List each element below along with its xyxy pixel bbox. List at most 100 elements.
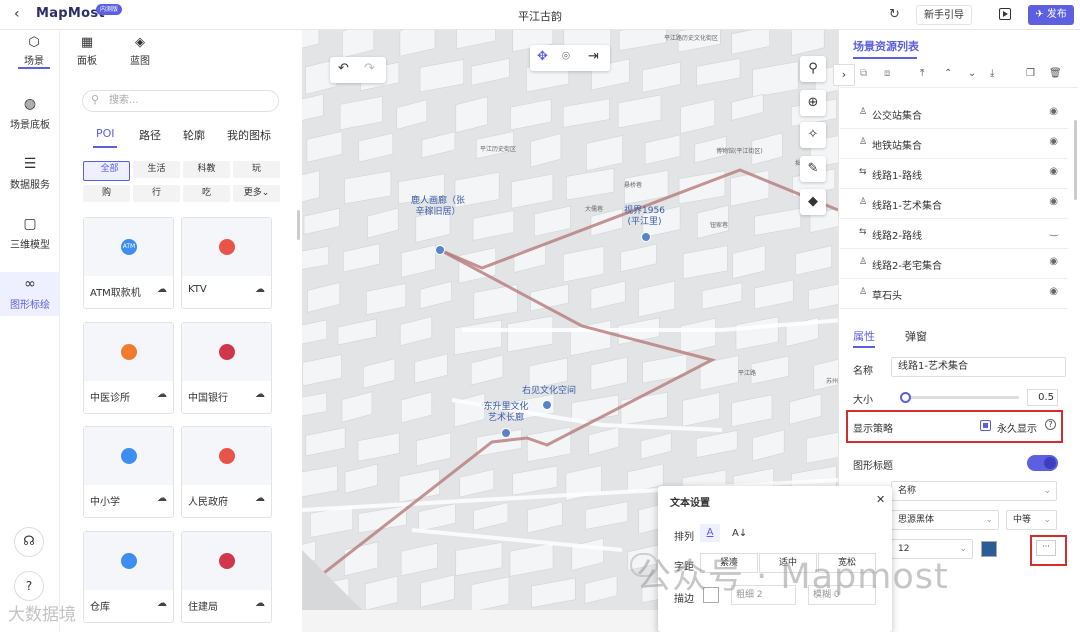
eye-closed-icon[interactable]: ‿	[1050, 226, 1058, 237]
preview-play-icon[interactable]	[999, 8, 1011, 20]
move-down-icon[interactable]: ⌄	[968, 68, 976, 79]
title-toggle[interactable]	[1027, 455, 1058, 471]
poi-card[interactable]: 中医诊所 ☁	[83, 322, 174, 414]
layer-item[interactable]: ♙ 线路1-艺术集合 ◉	[840, 189, 1068, 219]
font-color-swatch[interactable]	[981, 541, 997, 557]
name-input[interactable]: 线路1-艺术集合	[891, 357, 1066, 377]
horizontal-text-icon[interactable]: A	[700, 524, 720, 542]
move-icon[interactable]: ✥	[537, 49, 548, 64]
cloud-upload-icon[interactable]: ☁	[255, 598, 265, 609]
tab-outline[interactable]: 轮廓	[183, 127, 205, 143]
copy-icon[interactable]: ❐	[1026, 68, 1035, 79]
chip-travel[interactable]: 行	[133, 185, 180, 202]
chip-all[interactable]: 全部	[83, 161, 130, 181]
cloud-upload-icon[interactable]: ☁	[255, 493, 265, 504]
tab-popup[interactable]: 弹窗	[905, 328, 927, 344]
cloud-upload-icon[interactable]: ☁	[255, 284, 265, 295]
move-top-icon[interactable]: ⤒	[920, 68, 924, 79]
magic-wand-icon[interactable]: ✧	[800, 122, 826, 148]
rail-item-data[interactable]: ☰ 数据服务	[0, 156, 60, 196]
tab-path[interactable]: 路径	[139, 127, 161, 143]
layer-item[interactable]: ⇆ 线路1-路线 ◉	[840, 159, 1068, 189]
more-settings-button[interactable]: ···	[1036, 540, 1056, 556]
chip-more[interactable]: 更多⌄	[233, 185, 280, 202]
size-input[interactable]: 0.5	[1027, 389, 1058, 406]
weight-select[interactable]: 中等 ⌄	[1006, 510, 1057, 530]
scrollbar[interactable]	[297, 210, 300, 240]
map-pin[interactable]	[641, 232, 651, 242]
cube-view-icon[interactable]: ◆	[800, 189, 826, 215]
tab-scene[interactable]: ⬡ 场景	[14, 35, 54, 67]
poi-card[interactable]: 人民政府 ☁	[181, 426, 272, 518]
map-pin[interactable]	[435, 245, 445, 255]
eye-icon[interactable]: ◉	[1049, 136, 1058, 147]
poi-card[interactable]: 住建局 ☁	[181, 531, 272, 623]
group-icon[interactable]: ⧉	[860, 68, 867, 79]
measure-icon[interactable]: ✎	[800, 156, 826, 182]
tab-blueprint[interactable]: ◈ 蓝图	[120, 35, 160, 67]
publish-button[interactable]: ✈ 发布	[1028, 5, 1074, 25]
rail-item-3d[interactable]: ▢ 三维模型	[0, 216, 60, 256]
poi-card[interactable]: KTV ☁	[181, 217, 272, 309]
eye-icon[interactable]: ◉	[1049, 196, 1058, 207]
redo-icon[interactable]: ↷	[364, 61, 375, 76]
cloud-upload-icon[interactable]: ☁	[157, 598, 167, 609]
collapse-icon[interactable]: ›	[833, 64, 855, 86]
chip-life[interactable]: 生活	[133, 161, 180, 178]
exit-icon[interactable]: ⇥	[588, 49, 599, 64]
tab-properties[interactable]: 属性	[853, 328, 875, 344]
cloud-upload-icon[interactable]: ☁	[157, 284, 167, 295]
chip-edu[interactable]: 科教	[183, 161, 230, 178]
cloud-upload-icon[interactable]: ☁	[157, 389, 167, 400]
layer-item[interactable]: ♙ 草石头 ◉	[840, 279, 1068, 309]
permanent-checkbox[interactable]	[980, 420, 991, 431]
tab-poi[interactable]: POI	[96, 127, 115, 140]
refresh-icon[interactable]: ↻	[889, 7, 900, 22]
delete-icon[interactable]: 🗑	[1049, 68, 1062, 79]
poi-card[interactable]: 中国银行 ☁	[181, 322, 272, 414]
help-circle-icon[interactable]: ?	[1045, 419, 1056, 430]
chip-play[interactable]: 玩	[233, 161, 280, 178]
ungroup-icon[interactable]: ⧈	[884, 68, 890, 79]
vertical-text-icon[interactable]: A↓	[732, 528, 747, 539]
chip-eat[interactable]: 吃	[183, 185, 230, 202]
field-select[interactable]: 名称 ⌄	[891, 481, 1057, 501]
headset-icon[interactable]: ☊	[14, 527, 44, 557]
eye-icon[interactable]: ◉	[1049, 166, 1058, 177]
layer-item[interactable]: ♙ 线路2-老宅集合 ◉	[840, 249, 1068, 279]
poi-card[interactable]: 中小学 ☁	[83, 426, 174, 518]
cloud-upload-icon[interactable]: ☁	[157, 493, 167, 504]
tab-my-icons[interactable]: 我的图标	[227, 127, 271, 143]
search-input[interactable]: 搜索...	[82, 90, 279, 112]
font-select[interactable]: 思源黑体 ⌄	[891, 510, 999, 530]
size-label: 大小	[853, 395, 873, 406]
eye-icon[interactable]: ◉	[1049, 286, 1058, 297]
layer-scrollbar[interactable]	[1074, 120, 1077, 200]
rail-item-plot[interactable]: ∞ 图形标绘	[0, 272, 60, 316]
size-slider-track[interactable]	[904, 396, 1019, 399]
help-icon[interactable]: ?	[14, 571, 44, 601]
move-bottom-icon[interactable]: ⤓	[990, 68, 994, 79]
back-icon[interactable]: ‹	[14, 6, 20, 22]
poi-card[interactable]: 仓库 ☁	[83, 531, 174, 623]
layer-item[interactable]: ⇆ 线路2-路线 ‿	[840, 219, 1068, 249]
layer-item[interactable]: ♙ 公交站集合 ◉	[840, 99, 1068, 129]
map-pin[interactable]	[501, 428, 511, 438]
undo-icon[interactable]: ↶	[338, 61, 349, 76]
rail-item-basemap[interactable]: ◍ 场景底板	[0, 96, 60, 136]
cloud-upload-icon[interactable]: ☁	[255, 389, 265, 400]
chip-shop[interactable]: 购	[83, 185, 130, 202]
location-icon[interactable]: ⌾	[562, 49, 570, 64]
close-icon[interactable]: ✕	[876, 493, 885, 506]
tab-panel[interactable]: ▦ 面板	[67, 35, 107, 67]
eye-icon[interactable]: ◉	[1049, 106, 1058, 117]
map-search-icon[interactable]: ⚲	[800, 56, 826, 82]
guide-button[interactable]: 新手引导	[916, 5, 972, 25]
size-slider-knob[interactable]	[900, 392, 911, 403]
layer-item[interactable]: ♙ 地铁站集合 ◉	[840, 129, 1068, 159]
move-up-icon[interactable]: ⌃	[944, 68, 952, 79]
crosshair-icon[interactable]: ⊕	[800, 90, 826, 116]
eye-icon[interactable]: ◉	[1049, 256, 1058, 267]
map-pin[interactable]	[542, 400, 552, 410]
poi-card[interactable]: ATM ATM取款机 ☁	[83, 217, 174, 309]
